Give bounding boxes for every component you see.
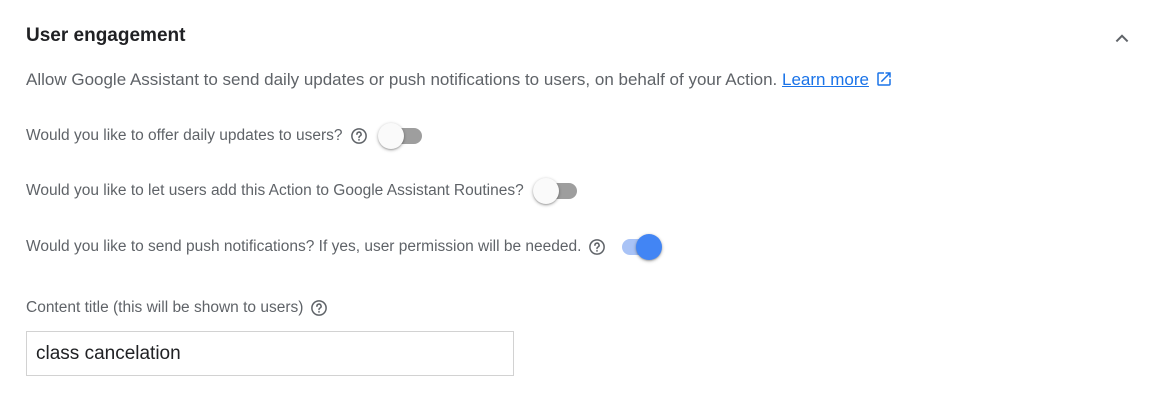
user-engagement-panel: User engagement Allow Google Assistant t…	[0, 0, 1159, 401]
daily-updates-toggle[interactable]	[377, 123, 424, 149]
toggle-thumb	[377, 123, 404, 149]
help-icon[interactable]	[588, 238, 606, 256]
chevron-up-icon	[1115, 34, 1129, 43]
section-title: User engagement	[26, 25, 186, 46]
setting-label: Would you like to offer daily updates to…	[26, 127, 343, 144]
learn-more-label: Learn more	[782, 70, 869, 89]
section-description: Allow Google Assistant to send daily upd…	[26, 69, 893, 91]
content-title-label-row: Content title (this will be shown to use…	[26, 297, 328, 319]
setting-row-routines: Would you like to let users add this Act…	[26, 178, 579, 204]
setting-row-push-notifications: Would you like to send push notification…	[26, 234, 663, 260]
open-in-new-icon[interactable]	[875, 70, 893, 88]
help-icon[interactable]	[350, 127, 368, 145]
collapse-button[interactable]	[1110, 26, 1134, 50]
toggle-thumb	[636, 234, 663, 260]
routines-toggle[interactable]	[532, 178, 579, 204]
content-title-input[interactable]	[26, 331, 514, 376]
help-icon[interactable]	[310, 299, 328, 317]
section-header[interactable]: User engagement	[26, 24, 1136, 50]
setting-label: Would you like to let users add this Act…	[26, 182, 524, 199]
learn-more-link[interactable]: Learn more	[782, 70, 869, 89]
content-title-label: Content title (this will be shown to use…	[26, 299, 304, 316]
toggle-thumb	[532, 178, 559, 204]
setting-label: Would you like to send push notification…	[26, 238, 582, 255]
push-notifications-toggle[interactable]	[616, 234, 663, 260]
description-text: Allow Google Assistant to send daily upd…	[26, 70, 778, 89]
setting-row-daily-updates: Would you like to offer daily updates to…	[26, 123, 424, 149]
